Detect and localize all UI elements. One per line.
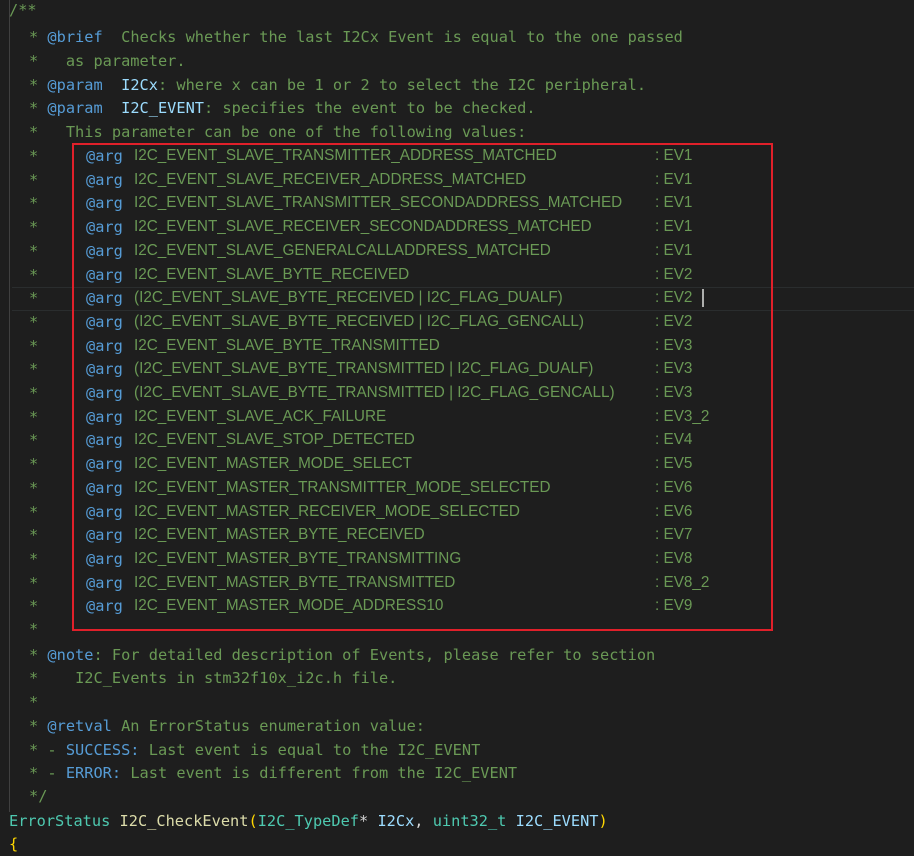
blank-comment-line-2: * xyxy=(29,693,39,711)
comma: , xyxy=(414,812,424,830)
note-line: * @note: For detailed description of Eve… xyxy=(29,646,656,664)
arg-comment-star: * xyxy=(29,147,39,165)
param1-type: I2C_TypeDef xyxy=(257,812,359,830)
param2-name: I2C_EVENT xyxy=(121,99,204,117)
arg-comment-star: * xyxy=(29,171,39,189)
brief-cont-line: * as parameter. xyxy=(29,52,186,70)
blank-comment-line: * xyxy=(29,620,39,638)
param1-text: : where x can be 1 or 2 to select the I2… xyxy=(157,76,647,94)
arg-comment-star: * xyxy=(29,503,39,521)
brief-text: Checks whether the last I2Cx Event is eq… xyxy=(102,28,683,46)
arg-comment-star: * xyxy=(29,550,39,568)
arg-comment-star: * xyxy=(29,218,39,236)
open-brace-line: { xyxy=(9,832,18,856)
arg-comment-star: * xyxy=(29,597,39,615)
brief-cont: as parameter. xyxy=(65,52,186,70)
note-cont: I2C_Events in stm32f10x_i2c.h file. xyxy=(75,669,398,687)
error-text: Last event is different from the I2C_EVE… xyxy=(121,764,518,782)
arg-comment-star: * xyxy=(29,242,39,260)
brief-line: * @brief Checks whether the last I2Cx Ev… xyxy=(29,28,683,46)
success-label: SUCCESS: xyxy=(65,741,140,759)
function-name: I2C_CheckEvent xyxy=(119,812,249,830)
param2-line: * @param I2C_EVENT: specifies the event … xyxy=(29,99,536,117)
code-editor[interactable]: /** * @brief Checks whether the last I2C… xyxy=(0,0,914,853)
success-line: * - SUCCESS: Last event is equal to the … xyxy=(29,738,480,762)
arg-comment-star: * xyxy=(29,360,39,378)
param1-name: I2Cx xyxy=(121,76,158,94)
param2-text: : specifies the event to be checked. xyxy=(204,99,536,117)
param1-tag: @param xyxy=(47,76,103,94)
arg-comment-star: * xyxy=(29,526,39,544)
open-brace: { xyxy=(9,835,19,853)
comment-close: */ xyxy=(29,787,48,805)
comment-open: /** xyxy=(9,1,37,19)
arg-comment-star: * xyxy=(29,455,39,473)
brief-tag: @brief xyxy=(47,28,103,46)
param2-name-sig: I2C_EVENT xyxy=(515,812,599,830)
success-prefix: * - xyxy=(29,741,66,759)
return-type: ErrorStatus xyxy=(9,812,111,830)
retval-text: An ErrorStatus enumeration value: xyxy=(111,717,426,735)
note-text: : For detailed description of Events, pl… xyxy=(93,646,656,664)
arg-comment-star: * xyxy=(29,431,39,449)
close-paren: ) xyxy=(598,812,608,830)
error-line: * - ERROR: Last event is different from … xyxy=(29,761,517,785)
note-cont-line: * I2C_Events in stm32f10x_i2c.h file. xyxy=(29,669,398,687)
arg-comment-star: * xyxy=(29,408,39,426)
arg-comment-star: * xyxy=(29,266,39,284)
retval-line: * @retval An ErrorStatus enumeration val… xyxy=(29,717,426,735)
param2-cont-line: * This parameter can be one of the follo… xyxy=(29,123,527,141)
param2-type: uint32_t xyxy=(432,812,507,830)
success-text: Last event is equal to the I2C_EVENT xyxy=(139,741,481,759)
arg-comment-star: * xyxy=(29,337,39,355)
indent-guide xyxy=(9,0,10,812)
param1-line: * @param I2Cx: where x can be 1 or 2 to … xyxy=(29,76,647,94)
error-prefix: * - xyxy=(29,764,66,782)
retval-tag: @retval xyxy=(47,717,112,735)
param2-tag: @param xyxy=(47,99,103,117)
arg-comment-star: * xyxy=(29,313,39,331)
param1-name-sig: I2Cx xyxy=(377,812,415,830)
arg-comment-star: * xyxy=(29,289,39,307)
function-signature: ErrorStatus I2C_CheckEvent(I2C_TypeDef* … xyxy=(9,809,608,833)
open-paren: ( xyxy=(248,812,258,830)
arg-comment-star: * xyxy=(29,194,39,212)
pointer-star: * xyxy=(359,812,369,830)
error-label: ERROR: xyxy=(65,764,122,782)
arg-comment-star: * xyxy=(29,479,39,497)
arg-comment-star: * xyxy=(29,574,39,592)
arg-comment-star: * xyxy=(29,384,39,402)
note-tag: @note xyxy=(47,646,94,664)
highlight-box xyxy=(72,143,773,631)
param2-cont: This parameter can be one of the followi… xyxy=(65,123,527,141)
